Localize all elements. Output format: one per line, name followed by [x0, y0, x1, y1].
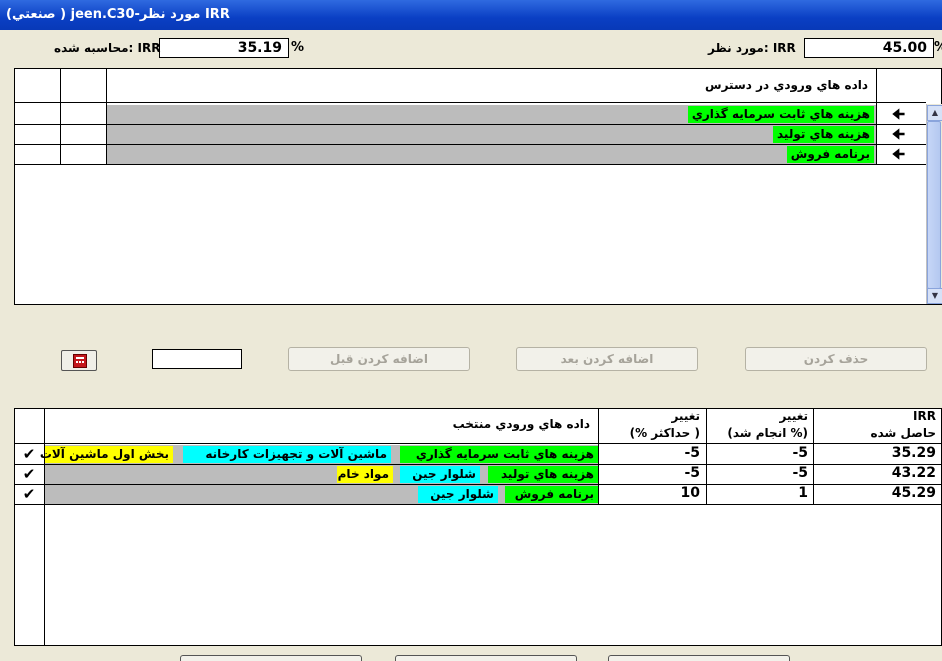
change-done-value: -5: [792, 465, 808, 481]
col-divider: [598, 408, 599, 504]
change-max-value[interactable]: 10: [610, 485, 700, 501]
available-row-bar[interactable]: [107, 125, 876, 144]
change-done-header-2: (% انجام شد): [727, 426, 808, 440]
scroll-down-icon[interactable]: ▼: [927, 288, 942, 304]
change-done-value: -5: [792, 445, 808, 461]
scroll-thumb[interactable]: [927, 121, 941, 289]
target-irr-label: IRR :مورد نظر: [708, 41, 796, 55]
check-icon[interactable]: ✔: [15, 465, 43, 483]
check-icon[interactable]: ✔: [15, 445, 43, 463]
col-divider: [60, 68, 61, 165]
title-bar: IRR مورد نظر-jeen.C30 ( صنعتي): [0, 0, 942, 30]
selected-tag: هزينه هاي ثابت سرمايه گذاري: [400, 446, 598, 463]
selected-tag: هزينه هاي توليد: [488, 466, 598, 483]
change-max-value[interactable]: -5: [610, 445, 700, 461]
irr-value: 45.29: [891, 485, 936, 501]
bottom-button[interactable]: [395, 655, 577, 661]
row-divider: [14, 164, 926, 165]
bottom-button[interactable]: [180, 655, 362, 661]
available-row-label[interactable]: برنامه فروش: [786, 146, 874, 163]
change-done-value: 1: [798, 485, 808, 501]
target-irr-field[interactable]: 45.00: [804, 38, 934, 58]
change-max-header: تغيير: [671, 409, 700, 423]
selected-tag: مواد خام: [337, 466, 393, 483]
row-divider: [14, 504, 942, 505]
header-divider: [14, 443, 942, 444]
target-irr-unit: %: [934, 40, 942, 55]
window-title: IRR مورد نظر-jeen.C30 ( صنعتي): [6, 7, 230, 22]
move-left-arrow-icon[interactable]: 🠈: [892, 144, 905, 168]
calc-irr-label: IRR :محاسبه شده: [54, 41, 161, 55]
available-inputs-header: داده هاي ورودي در دسترس: [705, 78, 868, 92]
calc-irr-field: 35.19: [159, 38, 289, 58]
calc-irr-unit: %: [291, 40, 305, 55]
available-row-label[interactable]: هزينه هاي توليد: [772, 126, 874, 143]
irr-header-2: حاصل شده: [870, 426, 936, 440]
check-icon[interactable]: ✔: [15, 485, 43, 503]
col-divider: [813, 408, 814, 504]
add-before-button[interactable]: اضافه كردن قبل: [288, 347, 470, 371]
selected-inputs-header: داده هاي ورودي منتخب: [452, 417, 590, 431]
selected-tag: شلوار جين: [400, 466, 480, 483]
col-divider: [876, 68, 877, 165]
selected-tag: شلوار جين: [418, 486, 498, 503]
add-after-button[interactable]: اضافه كردن بعد: [516, 347, 698, 371]
change-max-value[interactable]: -5: [610, 465, 700, 481]
selected-tag: برنامه فروش: [505, 486, 598, 503]
irr-header: IRR: [913, 409, 936, 423]
irr-value: 43.22: [891, 465, 936, 481]
calculator-icon: [73, 354, 87, 368]
col-divider: [706, 408, 707, 504]
scroll-up-icon[interactable]: ▲: [927, 105, 942, 121]
selected-tag: بخش اول ماشين آلات: [40, 446, 173, 463]
available-row-label[interactable]: هزينه هاي ثابت سرمايه گذاري: [687, 106, 874, 123]
irr-value: 35.29: [891, 445, 936, 461]
available-inputs-panel: [14, 68, 942, 305]
value-input[interactable]: [152, 349, 242, 369]
delete-button[interactable]: حذف كردن: [745, 347, 927, 371]
selected-tag: ماشين آلات و تجهيزات كارخانه: [183, 446, 391, 463]
change-done-header: تغيير: [779, 409, 808, 423]
available-header-divider: [14, 102, 926, 103]
bottom-button[interactable]: [608, 655, 790, 661]
calculator-button[interactable]: [61, 350, 97, 371]
change-max-header-2: ( حداكثر %): [629, 426, 700, 440]
available-row-bar[interactable]: [107, 145, 876, 164]
